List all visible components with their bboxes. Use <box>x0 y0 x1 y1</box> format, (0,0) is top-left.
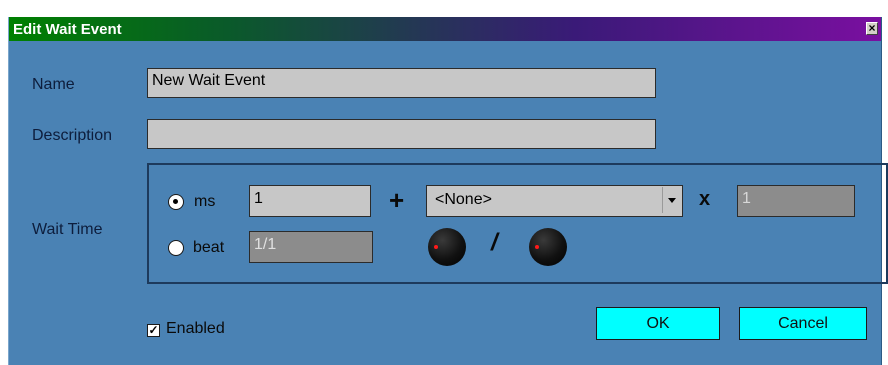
close-icon: × <box>868 21 876 35</box>
beat-radio-label[interactable]: beat <box>193 239 224 257</box>
name-input[interactable]: New Wait Event <box>147 68 656 98</box>
description-input[interactable] <box>147 119 656 149</box>
plus-symbol: + <box>389 185 405 215</box>
numerator-knob[interactable] <box>428 228 466 266</box>
multiplier-input[interactable]: 1 <box>737 185 855 217</box>
variable-select-value: <None> <box>435 191 492 208</box>
times-symbol: x <box>699 188 711 210</box>
enabled-label[interactable]: Enabled <box>166 320 225 338</box>
enabled-checkbox[interactable]: ✓ <box>147 324 160 337</box>
ms-radio[interactable] <box>168 194 184 210</box>
name-label: Name <box>32 76 75 93</box>
denominator-knob[interactable] <box>529 228 567 266</box>
ms-radio-label[interactable]: ms <box>194 193 215 211</box>
edit-wait-event-dialog: Edit Wait Event × Name New Wait Event De… <box>8 17 888 365</box>
variable-select[interactable]: <None> <box>426 185 683 217</box>
check-icon: ✓ <box>148 323 159 337</box>
wait-time-group <box>147 163 888 284</box>
close-button[interactable]: × <box>866 22 878 35</box>
wait-time-label: Wait Time <box>32 221 103 238</box>
ok-button[interactable]: OK <box>596 307 720 340</box>
cancel-button[interactable]: Cancel <box>739 307 867 340</box>
chevron-down-icon[interactable] <box>662 187 681 213</box>
title-bar[interactable]: Edit Wait Event × <box>9 17 881 41</box>
description-label: Description <box>32 127 113 144</box>
dialog-title: Edit Wait Event <box>13 21 122 38</box>
divide-symbol: / <box>491 229 498 256</box>
beat-radio[interactable] <box>168 240 184 256</box>
beat-value-input[interactable]: 1/1 <box>249 231 373 263</box>
ms-value-input[interactable]: 1 <box>249 185 371 217</box>
